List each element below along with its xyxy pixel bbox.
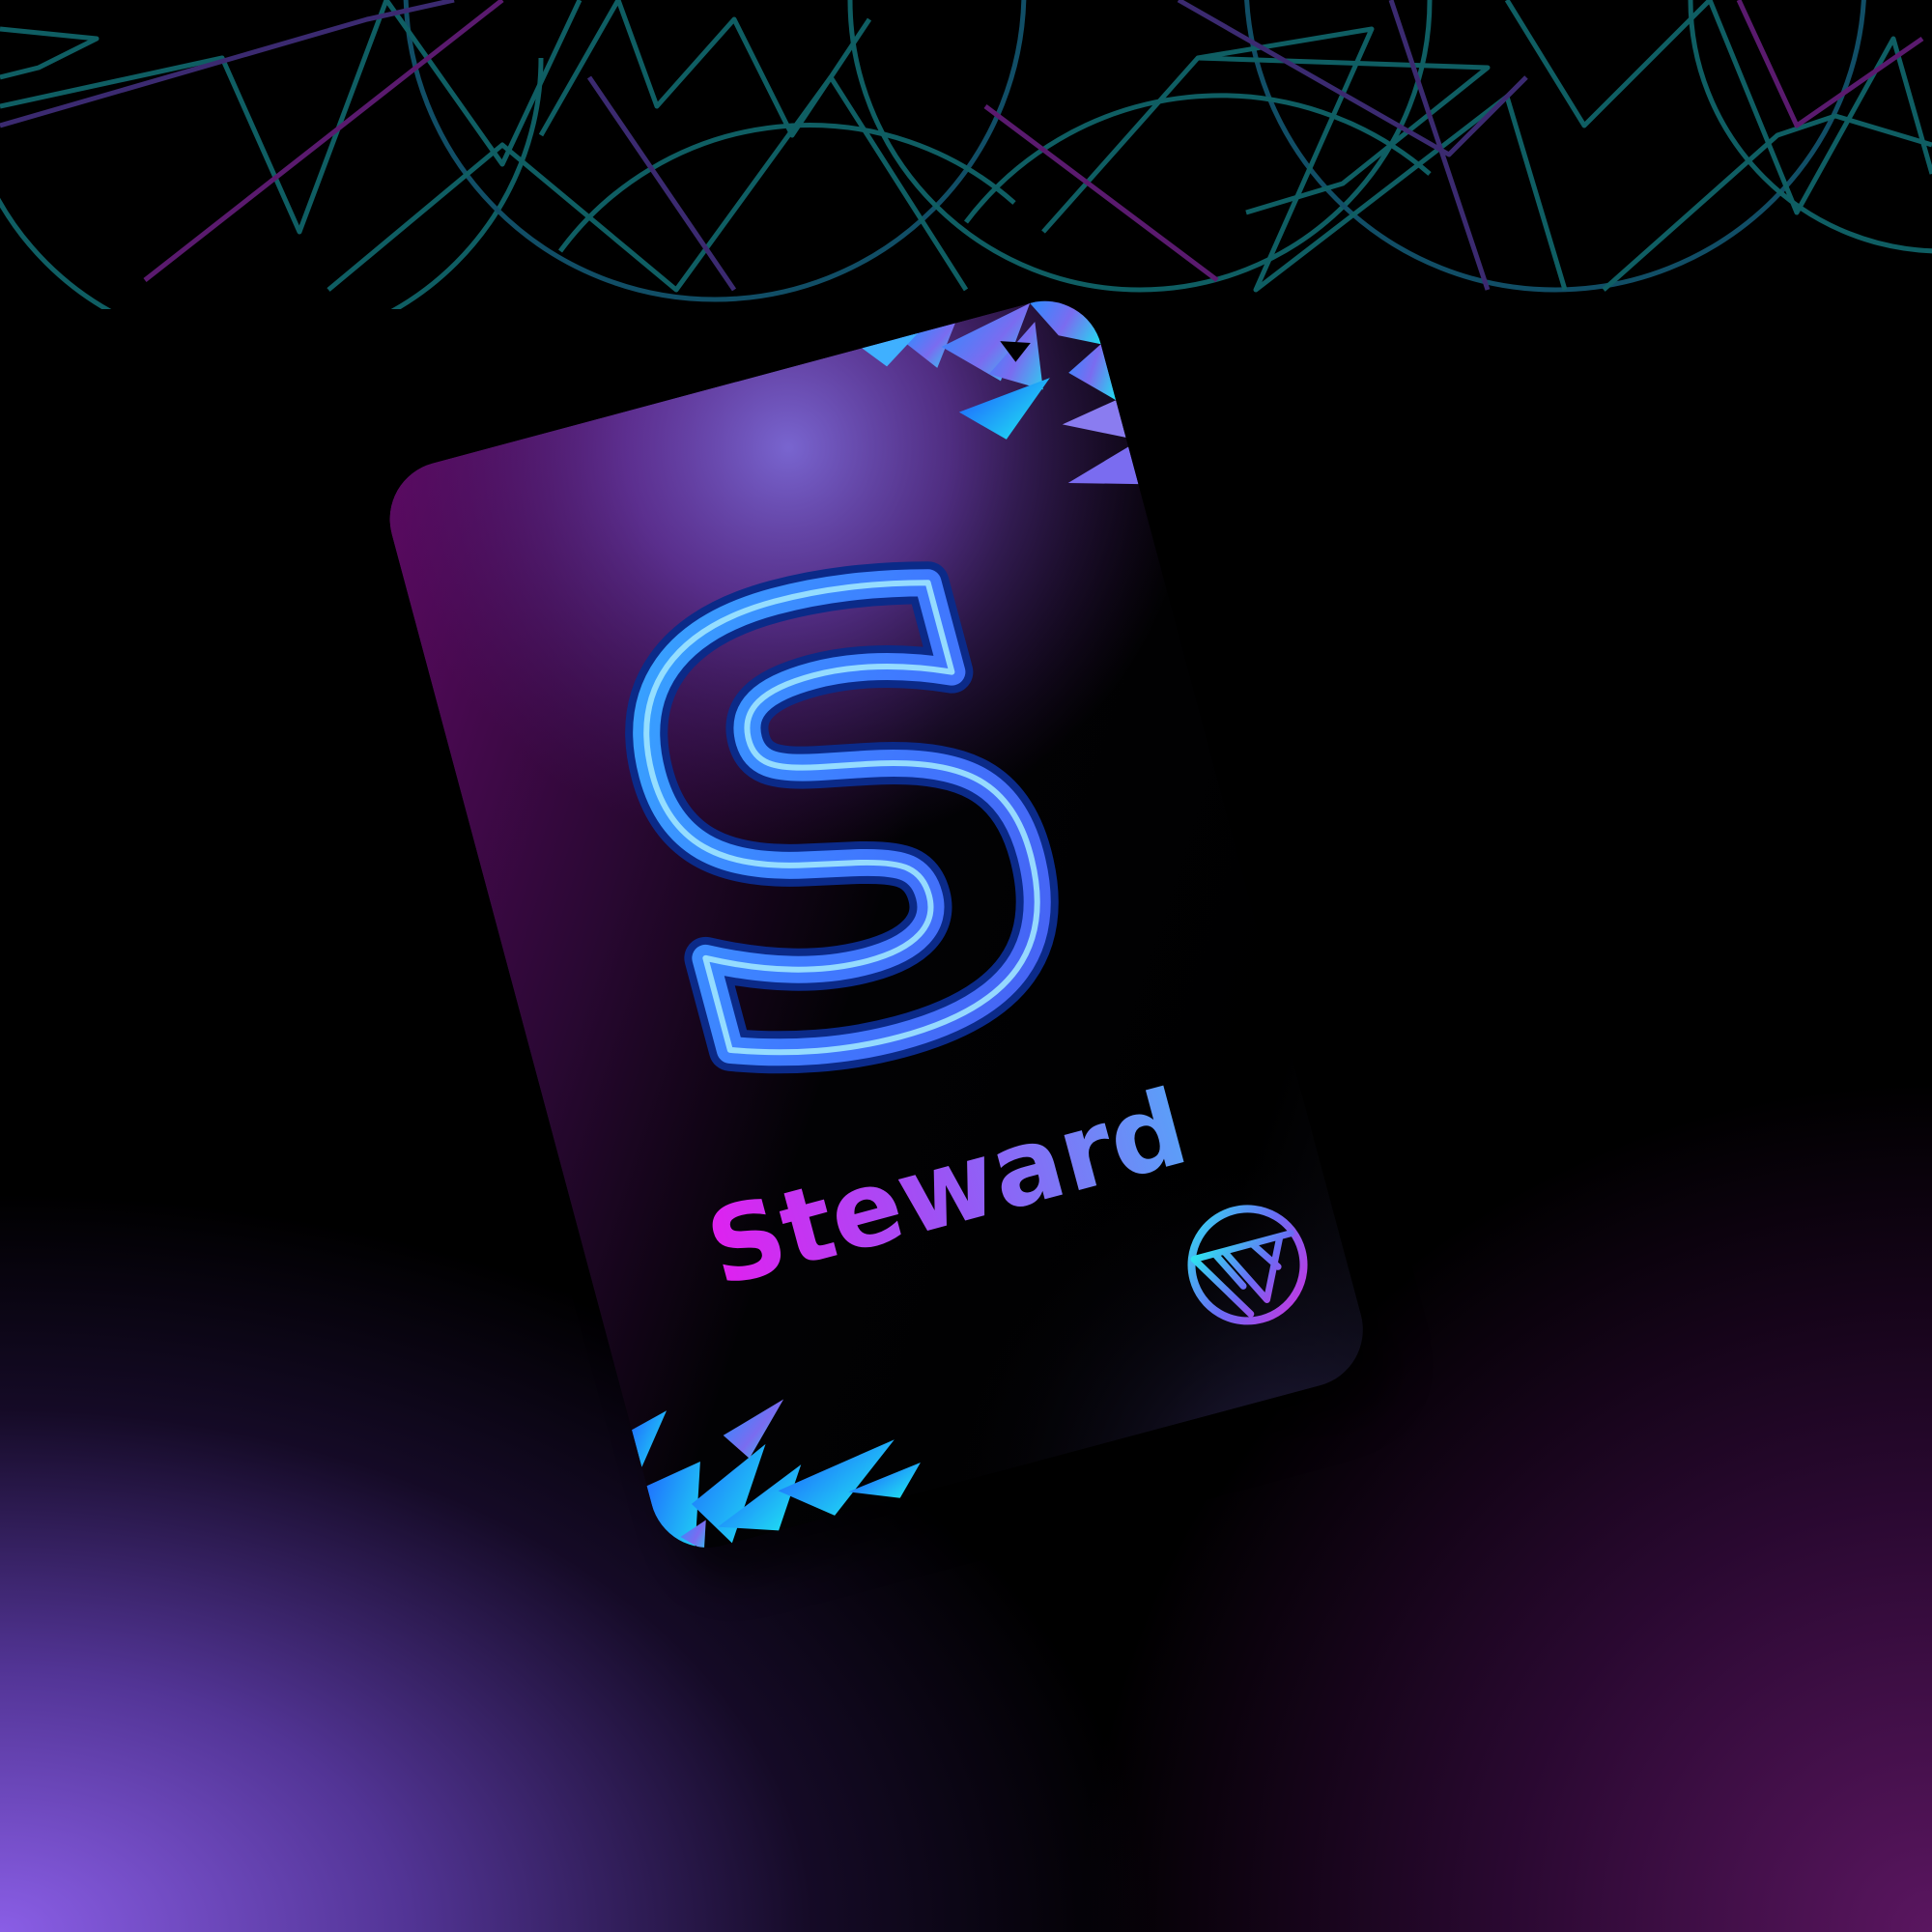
card-scene: S S S Steward [377,288,1392,1580]
card: S S S Steward [377,288,1377,1561]
